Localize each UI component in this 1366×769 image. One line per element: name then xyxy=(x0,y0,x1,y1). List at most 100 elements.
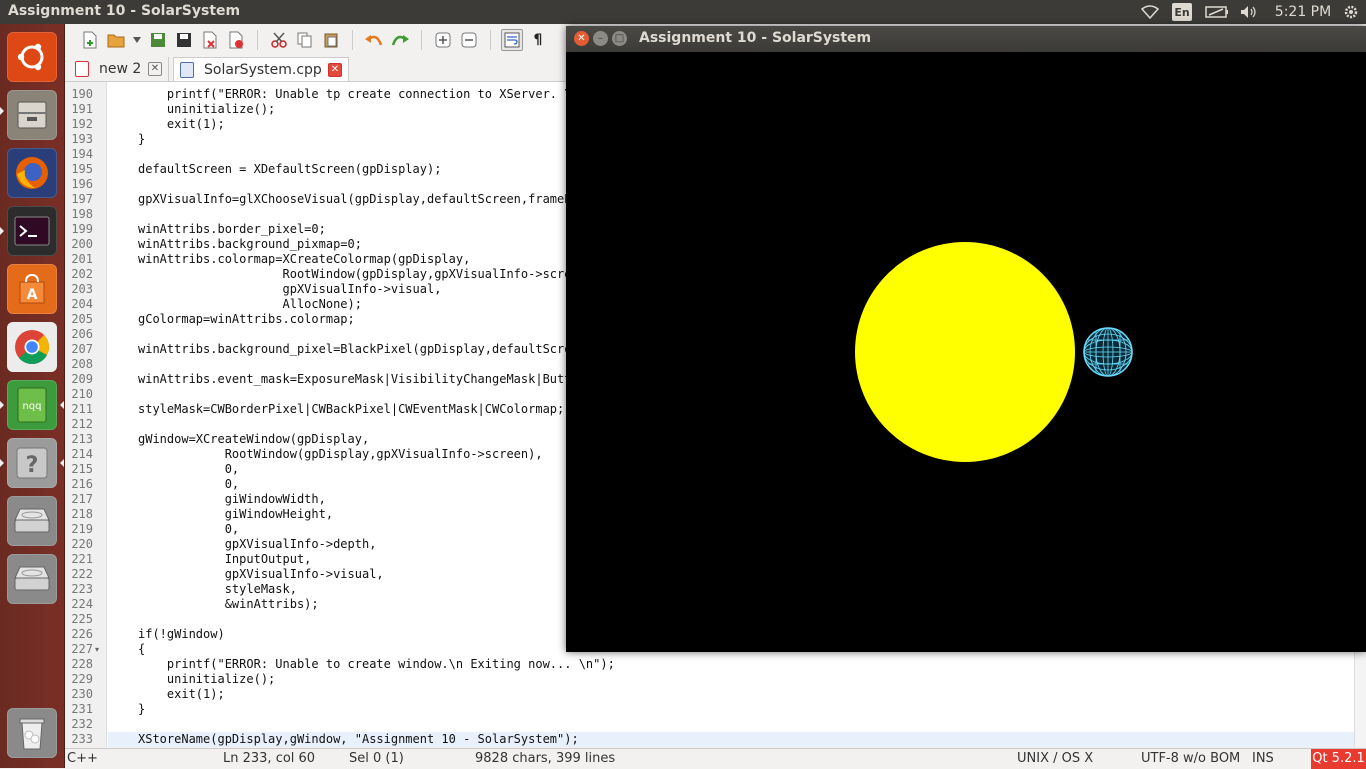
status-language[interactable]: C++ xyxy=(67,751,98,766)
top-panel: Assignment 10 - SolarSystem En 5:21 PM xyxy=(0,0,1366,24)
new-file-icon[interactable] xyxy=(79,29,101,51)
tab-label: new 2 xyxy=(99,61,142,77)
word-wrap-icon[interactable] xyxy=(501,29,523,51)
code-line: InputOutput, xyxy=(138,552,312,566)
close-icon[interactable]: ✕ xyxy=(328,63,342,77)
running-indicator xyxy=(0,459,4,467)
line-number: 232 xyxy=(71,717,93,731)
line-number: 224 xyxy=(71,597,93,611)
clock[interactable]: 5:21 PM xyxy=(1272,3,1334,21)
line-number: 208 xyxy=(71,357,93,371)
keyboard-language-indicator[interactable]: En xyxy=(1172,3,1192,21)
line-number: 209 xyxy=(71,372,93,386)
copy-icon[interactable] xyxy=(294,29,316,51)
status-eol[interactable]: UNIX / OS X xyxy=(1017,751,1093,766)
zoom-in-icon[interactable] xyxy=(432,29,454,51)
line-number: 231 xyxy=(71,702,93,716)
open-folder-icon[interactable] xyxy=(105,29,127,51)
code-line: winAttribs.border_pixel=0; xyxy=(138,222,326,236)
line-number: 192 xyxy=(71,117,93,131)
cut-icon[interactable] xyxy=(268,29,290,51)
running-indicator xyxy=(0,401,4,409)
wifi-icon[interactable] xyxy=(1140,3,1160,21)
disk-drive-icon[interactable] xyxy=(7,554,57,604)
line-number: 221 xyxy=(71,552,93,566)
line-number: 215 xyxy=(71,462,93,476)
window-titlebar[interactable]: ✕ – □ Assignment 10 - SolarSystem xyxy=(566,26,1366,52)
code-line: gpXVisualInfo->visual, xyxy=(138,567,384,581)
code-line: winAttribs.background_pixmap=0; xyxy=(138,237,362,251)
sun xyxy=(855,242,1075,462)
maximize-icon[interactable]: □ xyxy=(612,31,627,46)
zoom-out-icon[interactable] xyxy=(458,29,480,51)
code-line: gWindow=XCreateWindow(gpDisplay, xyxy=(138,432,370,446)
earth xyxy=(1083,327,1133,377)
code-line: uninitialize(); xyxy=(138,672,276,686)
chrome-icon[interactable] xyxy=(7,322,57,372)
close-icon[interactable]: ✕ xyxy=(574,31,589,46)
fold-marker-icon[interactable]: ▾ xyxy=(95,645,99,654)
line-number: 223 xyxy=(71,582,93,596)
line-number: 196 xyxy=(71,177,93,191)
disk-drive-icon[interactable] xyxy=(7,496,57,546)
launcher: A nqq ? xyxy=(0,24,65,768)
code-line: } xyxy=(138,132,146,146)
line-number: 205 xyxy=(71,312,93,326)
code-line: 0, xyxy=(138,462,240,476)
line-number: 214 xyxy=(71,447,93,461)
status-qt-version: Qt 5.2.1 xyxy=(1311,749,1366,769)
files-icon[interactable] xyxy=(7,90,57,140)
solarsystem-window[interactable]: ✕ – □ Assignment 10 - SolarSystem xyxy=(566,26,1366,652)
gear-icon[interactable] xyxy=(1340,3,1362,21)
line-number: 228 xyxy=(71,657,93,671)
save-all-icon[interactable] xyxy=(173,29,195,51)
line-number: 206 xyxy=(71,327,93,341)
line-number: 217 xyxy=(71,492,93,506)
ubuntu-dash-icon[interactable] xyxy=(7,32,57,82)
chevron-down-icon[interactable] xyxy=(131,29,143,51)
line-number: 197 xyxy=(71,192,93,206)
line-number: 203 xyxy=(71,282,93,296)
tab-bar: new 2 ✕ SolarSystem.cpp ✕ xyxy=(65,57,565,81)
file-icon xyxy=(180,61,194,78)
software-center-icon[interactable]: A xyxy=(7,264,57,314)
line-number: 201 xyxy=(71,252,93,266)
tab-label: SolarSystem.cpp xyxy=(204,61,322,78)
code-line: exit(1); xyxy=(138,117,225,131)
toolbar-divider xyxy=(421,30,422,50)
svg-text:A: A xyxy=(27,287,38,303)
close-icon[interactable]: ✕ xyxy=(148,62,162,76)
undo-icon[interactable] xyxy=(363,29,385,51)
tab-solarsystem-cpp[interactable]: SolarSystem.cpp ✕ xyxy=(173,57,349,81)
status-selection: Sel 0 (1) xyxy=(349,751,404,766)
code-line: uninitialize(); xyxy=(138,102,276,116)
volume-icon[interactable] xyxy=(1238,3,1260,21)
opengl-canvas[interactable] xyxy=(566,52,1366,652)
close-file-icon[interactable] xyxy=(199,29,221,51)
help-icon[interactable]: ? xyxy=(7,438,57,488)
running-indicator xyxy=(0,107,4,115)
status-encoding[interactable]: UTF-8 w/o BOM xyxy=(1141,751,1240,766)
paste-icon[interactable] xyxy=(320,29,342,51)
line-number: 198 xyxy=(71,207,93,221)
line-number: 193 xyxy=(71,132,93,146)
show-whitespace-icon[interactable]: ¶ xyxy=(527,29,549,51)
code-line: if(!gWindow) xyxy=(138,627,225,641)
line-number: 199 xyxy=(71,222,93,236)
save-icon[interactable] xyxy=(147,29,169,51)
status-insert-mode[interactable]: INS xyxy=(1252,751,1274,766)
svg-text:?: ? xyxy=(26,453,39,478)
trash-icon[interactable] xyxy=(7,708,57,758)
tab-new-2[interactable]: new 2 ✕ xyxy=(69,57,169,81)
notepadqq-icon[interactable]: nqq xyxy=(7,380,57,430)
terminal-icon[interactable] xyxy=(7,206,57,256)
battery-icon[interactable] xyxy=(1204,3,1230,21)
code-line: gColormap=winAttribs.colormap; xyxy=(138,312,355,326)
minimize-icon[interactable]: – xyxy=(593,31,608,46)
close-all-icon[interactable] xyxy=(225,29,247,51)
line-number: 202 xyxy=(71,267,93,281)
firefox-icon[interactable] xyxy=(7,148,57,198)
line-number: 213 xyxy=(71,432,93,446)
redo-icon[interactable] xyxy=(389,29,411,51)
code-line: winAttribs.background_pixel=BlackPixel(g… xyxy=(138,342,572,356)
